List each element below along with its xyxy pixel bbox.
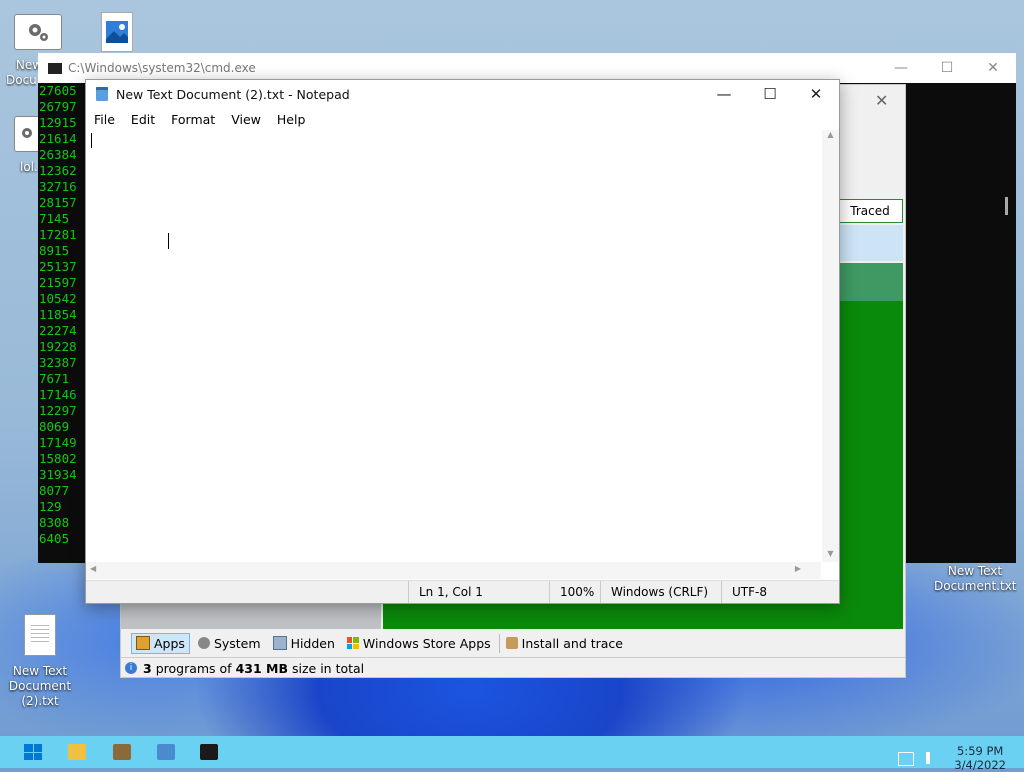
close-button[interactable]: ✕	[970, 60, 1016, 76]
time: 5:59 PM	[957, 744, 1004, 758]
trace-icon	[505, 637, 518, 649]
tab-label: System	[213, 635, 261, 651]
text-editor[interactable]	[86, 130, 821, 562]
desktop-icon-new-text-document[interactable]: New Text Document.txt	[934, 564, 1017, 594]
scroll-up-arrow[interactable]: ▲	[822, 130, 839, 139]
tab-label: Hidden	[290, 635, 335, 651]
taskbar: 5:59 PM 3/4/2022	[0, 736, 1024, 772]
desktop-icon-settings-shortcut[interactable]: New Docum	[6, 14, 62, 87]
zoom-level: 100%	[549, 581, 600, 603]
hidden-icon	[272, 636, 287, 650]
windows-icon	[346, 637, 359, 649]
notepad-titlebar[interactable]: New Text Document (2).txt - Notepad — ☐ …	[86, 80, 839, 108]
tab-install-and-trace[interactable]: Install and trace	[498, 633, 627, 653]
text-file-icon	[24, 614, 56, 656]
desktop-icon-image-file[interactable]	[101, 12, 133, 52]
desktop-icon-label: New Text Document.txt	[934, 564, 1017, 593]
tab-system[interactable]: System	[194, 634, 265, 653]
cmd-taskbar-icon[interactable]	[200, 744, 218, 760]
app-package-icon[interactable]	[113, 744, 131, 760]
total-size: 431 MB	[235, 660, 288, 676]
menu-bar: File Edit Format View Help	[86, 108, 839, 130]
desktop-icon-label: lol.	[20, 160, 38, 174]
horizontal-scrollbar[interactable]: ◀ ▶	[86, 562, 821, 579]
info-icon: i	[125, 662, 137, 674]
scroll-right-arrow[interactable]: ▶	[795, 564, 801, 573]
tab-hidden[interactable]: Hidden	[269, 634, 339, 653]
notepad-window[interactable]: New Text Document (2).txt - Notepad — ☐ …	[85, 79, 840, 604]
status-text: size in total	[291, 660, 365, 676]
image-file-icon	[101, 12, 133, 52]
menu-help[interactable]: Help	[269, 112, 314, 127]
apps-icon	[136, 636, 150, 650]
filter-tabs: Apps System Hidden Windows Store Apps In…	[121, 631, 627, 655]
close-button[interactable]: ✕	[793, 85, 839, 103]
desktop-icon-label: Docum	[6, 73, 36, 87]
text-caret	[91, 133, 92, 148]
status-text: programs of	[155, 660, 232, 676]
tab-label: Install and trace	[521, 635, 623, 651]
close-icon[interactable]: ✕	[875, 91, 888, 110]
tab-label: Windows Store Apps	[362, 635, 491, 651]
desktop-icon-label: New Text Document (2).txt	[8, 664, 72, 708]
minimize-button[interactable]: —	[701, 85, 747, 103]
line-ending: Windows (CRLF)	[600, 581, 721, 603]
scroll-down-arrow[interactable]: ▼	[822, 549, 839, 558]
cmd-icon	[48, 62, 62, 74]
notepad-status-bar: Ln 1, Col 1 100% Windows (CRLF) UTF-8	[86, 580, 839, 603]
menu-format[interactable]: Format	[163, 112, 223, 127]
i-beam-cursor-icon	[168, 233, 171, 249]
tab-label: Apps	[154, 635, 185, 651]
vertical-scrollbar[interactable]: ▲ ▼	[822, 130, 839, 562]
notepad-title: New Text Document (2).txt - Notepad	[116, 86, 350, 102]
menu-file[interactable]: File	[86, 112, 123, 127]
date: 3/4/2022	[954, 758, 1006, 772]
program-count: 3	[143, 660, 152, 676]
tab-apps[interactable]: Apps	[131, 632, 190, 654]
table-row[interactable]	[837, 263, 903, 301]
panel-area	[121, 601, 381, 629]
column-header-traced[interactable]: Traced	[837, 199, 903, 223]
start-button[interactable]	[24, 744, 42, 760]
selected-row[interactable]	[837, 225, 903, 261]
file-explorer-icon[interactable]	[68, 744, 86, 760]
menu-edit[interactable]: Edit	[123, 112, 163, 127]
encoding: UTF-8	[721, 581, 822, 603]
menu-view[interactable]: View	[223, 112, 269, 127]
notepad-taskbar-icon[interactable]	[157, 744, 175, 760]
status-bar: i 3 programs of 431 MB size in total	[121, 657, 905, 678]
cursor-position: Ln 1, Col 1	[408, 581, 549, 603]
scroll-left-arrow[interactable]: ◀	[90, 564, 96, 573]
gear-icon	[197, 637, 210, 649]
console-scrollbar-thumb[interactable]	[1005, 197, 1008, 215]
maximize-button[interactable]: ☐	[924, 60, 970, 76]
notepad-icon	[96, 87, 108, 101]
cmd-title: C:\Windows\system32\cmd.exe	[68, 61, 256, 75]
tab-windows-store-apps[interactable]: Windows Store Apps	[343, 634, 495, 653]
minimize-button[interactable]: —	[878, 60, 924, 76]
volume-icon[interactable]	[926, 752, 942, 764]
desktop-icon-new-text-document-2[interactable]: New Text Document (2).txt	[6, 614, 74, 709]
network-icon[interactable]	[898, 752, 914, 766]
gear-icon	[14, 14, 62, 50]
maximize-button[interactable]: ☐	[747, 85, 793, 103]
